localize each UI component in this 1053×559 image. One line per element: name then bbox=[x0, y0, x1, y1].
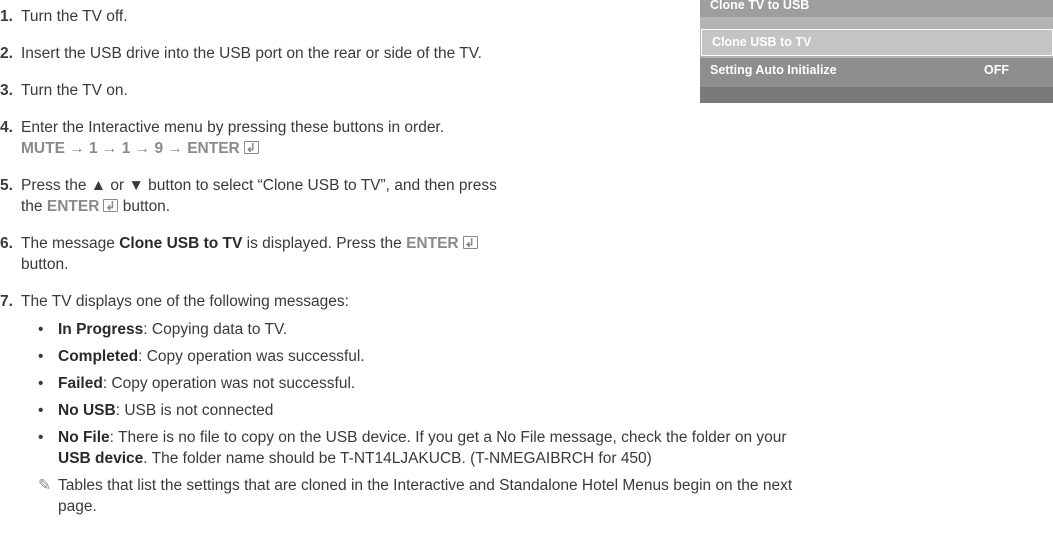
bullet-dot: • bbox=[38, 402, 44, 419]
message-desc: : Copy operation was successful. bbox=[138, 348, 365, 365]
menu-item-setting-auto-initialize[interactable]: Setting Auto Initialize OFF bbox=[700, 58, 1053, 87]
step-number: 6. bbox=[0, 235, 13, 252]
step-number: 4. bbox=[0, 119, 13, 136]
step-text: Turn the TV on. bbox=[21, 82, 128, 99]
enter-label: ENTER bbox=[406, 235, 459, 252]
enter-label: ENTER bbox=[46, 198, 100, 215]
button-sequence: MUTE → 1 → 1 → 9 → ENTER bbox=[21, 140, 240, 157]
menu-footer-bar bbox=[700, 87, 1053, 103]
bullet-dot: • bbox=[38, 321, 44, 338]
step-text: Enter the Interactive menu by pressing t… bbox=[21, 119, 445, 136]
bullet-dot: • bbox=[38, 348, 44, 365]
step-number: 5. bbox=[0, 177, 13, 194]
message-desc: : Copying data to TV. bbox=[143, 321, 288, 338]
step-number: 2. bbox=[0, 45, 13, 62]
menu-item-label: Setting Auto Initialize bbox=[710, 63, 837, 77]
enter-icon bbox=[103, 196, 119, 217]
step-number: 3. bbox=[0, 82, 13, 99]
note-text: page. bbox=[58, 498, 97, 515]
step-text: The TV displays one of the following mes… bbox=[21, 293, 349, 310]
menu-item-clone-usb-to-tv[interactable]: Clone USB to TV bbox=[701, 29, 1053, 56]
step-text: is displayed. Press the bbox=[242, 235, 407, 252]
bullet-dot: • bbox=[38, 375, 44, 392]
bullet-dot: • bbox=[38, 429, 44, 446]
menu-item-label: Clone TV to USB bbox=[710, 0, 810, 12]
message-desc: : Copy operation was not successful. bbox=[102, 375, 356, 392]
menu-item-value: OFF bbox=[984, 63, 1009, 77]
message-name: Clone USB to TV bbox=[119, 235, 243, 252]
enter-icon bbox=[243, 138, 259, 159]
hotel-menu-panel: Clone TV to USB Clone USB to TV Setting … bbox=[700, 0, 1053, 103]
message-term: Failed bbox=[58, 375, 103, 392]
message-desc: : USB is not connected bbox=[115, 402, 274, 419]
step-text: The message bbox=[21, 235, 120, 252]
step-text: the bbox=[21, 198, 47, 215]
enter-icon bbox=[462, 233, 478, 254]
step-text: Insert the USB drive into the USB port o… bbox=[21, 45, 482, 62]
menu-divider bbox=[700, 18, 1053, 27]
note-text: Tables that list the settings that are c… bbox=[58, 477, 793, 494]
step-number: 1. bbox=[0, 8, 13, 25]
step-number: 7. bbox=[0, 293, 13, 310]
note-pencil-icon: ✎ bbox=[38, 477, 51, 494]
folder-location: USB device bbox=[58, 450, 144, 467]
message-desc: . The folder name should be T-NT14LJAKUC… bbox=[143, 450, 652, 467]
step-text: button. bbox=[118, 198, 171, 215]
menu-item-label: Clone USB to TV bbox=[712, 35, 812, 49]
message-term: No USB bbox=[58, 402, 116, 419]
message-term: In Progress bbox=[58, 321, 144, 338]
step-text: Turn the TV off. bbox=[21, 8, 128, 25]
message-desc: : There is no file to copy on the USB de… bbox=[109, 429, 787, 446]
step-text: button. bbox=[21, 256, 69, 273]
menu-item-clone-tv-to-usb[interactable]: Clone TV to USB bbox=[700, 0, 1053, 17]
message-term: Completed bbox=[58, 348, 139, 365]
step-text: Press the ▲ or ▼ button to select “Clone… bbox=[21, 177, 497, 194]
message-term: No File bbox=[58, 429, 110, 446]
